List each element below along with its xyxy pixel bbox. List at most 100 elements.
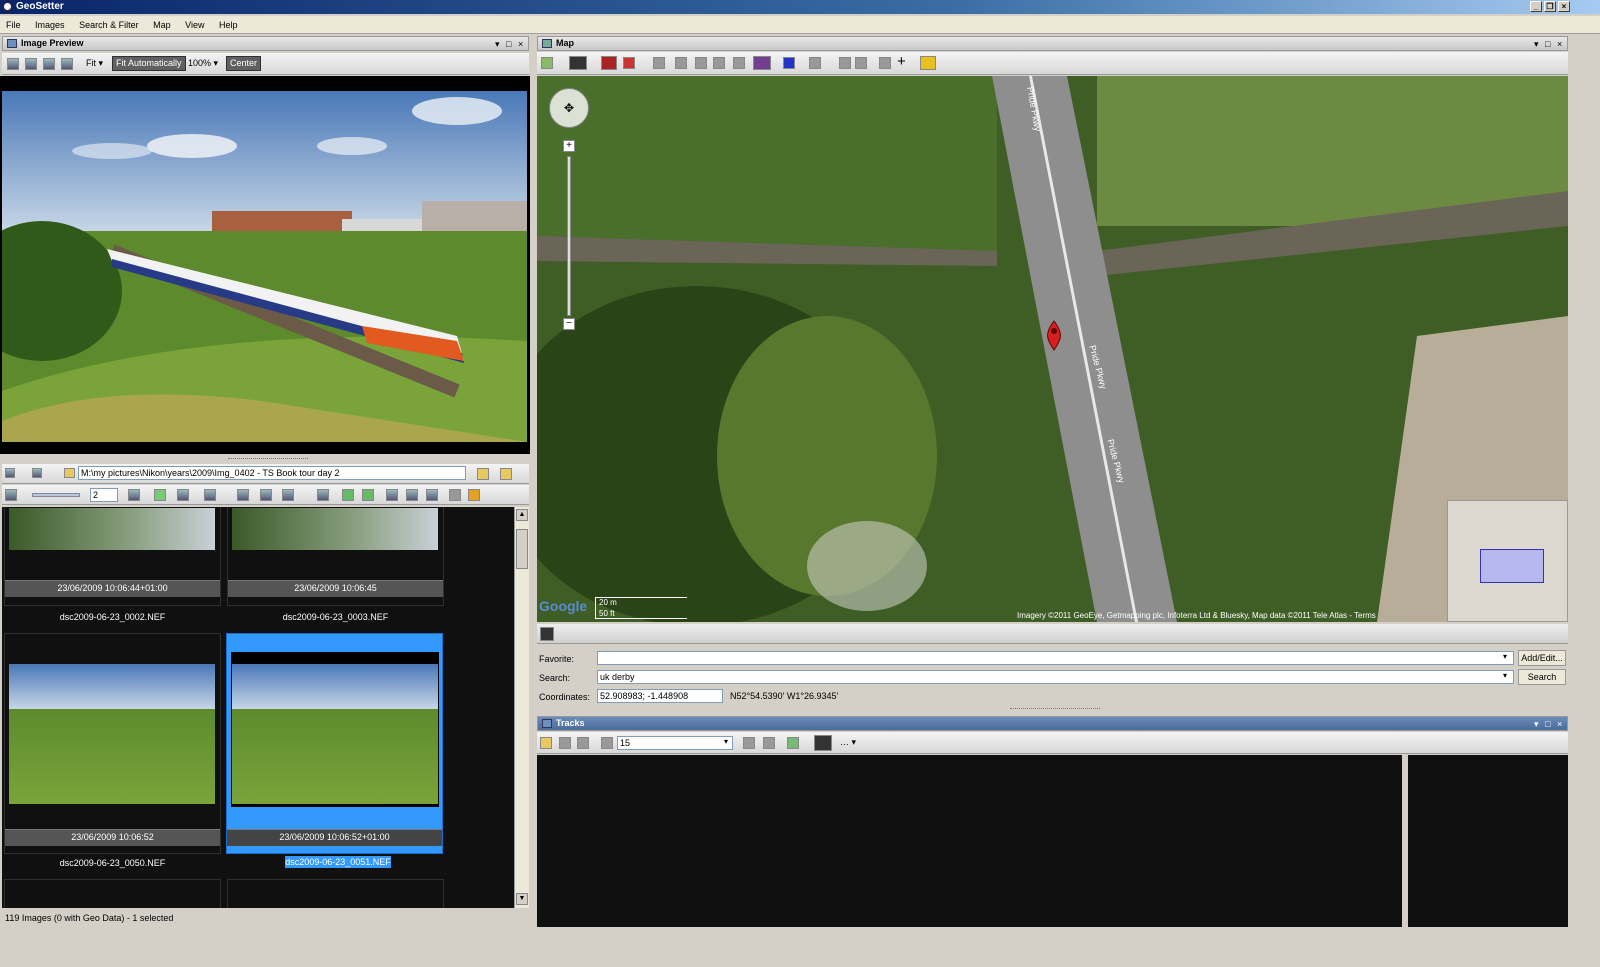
favorite-dropdown-arrow-icon[interactable]: ▾ (1503, 652, 1507, 661)
route-icon[interactable] (675, 57, 687, 69)
forward-icon[interactable] (32, 468, 42, 478)
track-list-icon[interactable] (763, 737, 775, 749)
rotate-icon[interactable] (128, 489, 140, 501)
minimize-button[interactable]: _ (1530, 1, 1542, 12)
thumbnail-size-slider[interactable] (32, 493, 80, 497)
marker-dropdown-icon[interactable] (623, 57, 635, 69)
geotag-icon[interactable] (362, 489, 374, 501)
scroll-up-icon[interactable]: ▲ (516, 509, 528, 521)
delete-icon[interactable] (426, 489, 438, 501)
next-image-icon[interactable] (43, 58, 55, 70)
thumbnail-item-selected[interactable]: 23/06/2009 10:06:52+01:00 (226, 633, 443, 854)
undo-icon[interactable] (406, 489, 418, 501)
export-icon[interactable] (839, 57, 851, 69)
panel-close-icon[interactable]: × (518, 38, 523, 51)
thumbnail-columns-spinner[interactable]: 2 (90, 488, 118, 502)
select-icon[interactable] (237, 489, 249, 501)
first-image-icon[interactable] (7, 58, 19, 70)
menu-search-filter[interactable]: Search & Filter (73, 16, 145, 34)
track-view-icon[interactable] (814, 735, 832, 751)
sort-icon[interactable] (177, 489, 189, 501)
track-time-combo[interactable]: 15 (617, 736, 733, 750)
thumbnail-item[interactable]: 23/06/2009 10:06:45 (227, 507, 444, 606)
panel-menu-icon[interactable]: ▾ (1534, 38, 1539, 51)
map-zoom-out-button[interactable]: − (563, 318, 575, 330)
thumbnail-scrollbar[interactable]: ▲ ▼ (514, 507, 529, 908)
track-icon[interactable] (753, 56, 771, 70)
measure-icon[interactable] (653, 57, 665, 69)
import-icon[interactable] (855, 57, 867, 69)
panel-float-icon[interactable]: □ (506, 38, 511, 51)
folder-open-icon[interactable] (477, 468, 489, 480)
splitter-handle[interactable] (1010, 708, 1100, 711)
menu-file[interactable]: File (0, 16, 27, 34)
last-image-icon[interactable] (61, 58, 73, 70)
map-pan-control[interactable]: ✥ (549, 88, 589, 128)
layers-icon[interactable] (809, 57, 821, 69)
thumbnail-item[interactable] (227, 879, 444, 908)
track-sync-icon[interactable] (787, 737, 799, 749)
panel-close-icon[interactable]: × (1557, 718, 1562, 731)
splitter-handle[interactable] (228, 458, 308, 461)
refresh-icon[interactable] (154, 489, 166, 501)
search-track-icon[interactable] (601, 737, 613, 749)
prev-image-icon[interactable] (25, 58, 37, 70)
map-assign-icon[interactable] (342, 489, 354, 501)
add-edit-button[interactable]: Add/Edit... (1518, 650, 1566, 666)
stop-icon[interactable] (449, 489, 461, 501)
more-options-icon[interactable]: … ▾ (840, 737, 856, 748)
map-zoom-slider[interactable] (567, 156, 571, 316)
panel-menu-icon[interactable]: ▾ (495, 38, 500, 51)
track-combo-arrow-icon[interactable]: ▾ (724, 737, 728, 746)
save-track-icon[interactable] (559, 737, 571, 749)
thumbnail-item[interactable]: 23/06/2009 10:06:52 (4, 633, 221, 854)
center-button[interactable]: Center (226, 56, 262, 71)
pan-icon[interactable] (733, 57, 745, 69)
close-button[interactable]: × (1558, 1, 1570, 12)
restore-button[interactable]: ❐ (1544, 1, 1556, 12)
panel-float-icon[interactable]: □ (1545, 718, 1550, 731)
zoom-out-map-icon[interactable] (713, 57, 725, 69)
search-dropdown-arrow-icon[interactable]: ▾ (1503, 671, 1507, 680)
map-type-icon[interactable] (541, 57, 553, 69)
thumbnail-filename-selected[interactable]: dsc2009-06-23_0051.NEF (285, 856, 391, 868)
star-icon[interactable] (920, 56, 936, 70)
scroll-thumb[interactable] (516, 529, 528, 569)
menu-help[interactable]: Help (213, 16, 244, 34)
overview-viewport[interactable] (1480, 549, 1544, 583)
paste-icon[interactable] (282, 489, 294, 501)
crosshair-icon[interactable]: + (897, 54, 906, 70)
menu-images[interactable]: Images (29, 16, 71, 34)
map-view[interactable]: ✥ + − Pride Pkwy Pride Pkwy Pride Pkwy G… (537, 76, 1568, 622)
favorites-folder-icon[interactable] (500, 468, 512, 480)
coordinates-input[interactable]: 52.908983; -1.448908 (597, 689, 723, 703)
remove-track-icon[interactable] (577, 737, 589, 749)
track-info-icon[interactable] (743, 737, 755, 749)
thumbnail-item[interactable] (4, 879, 221, 908)
fit-dropdown[interactable]: Fit ▾ (86, 56, 103, 71)
open-track-icon[interactable] (540, 737, 552, 749)
view-mode-icon[interactable] (5, 489, 17, 501)
tracks-list[interactable] (537, 755, 1402, 927)
zoom-in-map-icon[interactable] (695, 57, 707, 69)
fit-automatically-button[interactable]: Fit Automatically (112, 56, 186, 71)
edit-pencil-icon[interactable] (540, 627, 554, 641)
filter-icon[interactable] (204, 489, 216, 501)
overview-map[interactable] (1447, 500, 1568, 622)
scroll-down-icon[interactable]: ▼ (516, 893, 528, 905)
folder-path-field[interactable]: M:\my pictures\Nikon\years\2009\Img_0402… (78, 466, 466, 480)
zoom-dropdown[interactable]: 100% ▾ (188, 56, 218, 71)
back-icon[interactable] (5, 468, 15, 478)
search-button[interactable]: Search (1518, 669, 1566, 685)
pause-icon[interactable] (468, 489, 480, 501)
map-mode-icon[interactable] (569, 56, 587, 70)
panel-float-icon[interactable]: □ (1545, 38, 1550, 51)
menu-view[interactable]: View (179, 16, 210, 34)
duplicate-icon[interactable] (317, 489, 329, 501)
marker-icon[interactable] (601, 56, 617, 70)
settings-icon[interactable] (879, 57, 891, 69)
save-icon[interactable] (386, 489, 398, 501)
favorite-dropdown[interactable] (597, 651, 1514, 665)
thumbnail-item[interactable]: 23/06/2009 10:06:44+01:00 (4, 507, 221, 606)
panel-menu-icon[interactable]: ▾ (1534, 718, 1539, 731)
